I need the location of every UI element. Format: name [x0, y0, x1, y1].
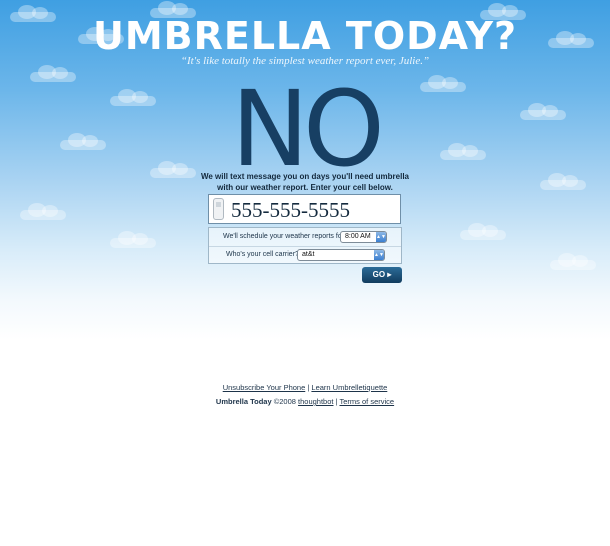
terms-of-service-link[interactable]: Terms of service [339, 397, 394, 406]
carrier-select[interactable]: at&t ▲▼ [297, 249, 385, 261]
carrier-row: Who's your cell carrier? at&t ▲▼ [209, 246, 401, 264]
phone-field-box [208, 194, 401, 224]
brand-name: Umbrella Today [215, 397, 272, 406]
page-title: UMBRELLA TODAY? [92, 14, 518, 58]
signup-intro: We will text message you on days you'll … [195, 171, 415, 193]
learn-umbrelletiquette-link[interactable]: Learn Umbrelletiquette [311, 383, 387, 392]
cloud-shape [460, 223, 506, 240]
cellphone-icon [213, 198, 224, 220]
copyright-line: Umbrella Today ©2008 thoughtbot | Terms … [0, 397, 610, 406]
carrier-value: at&t [302, 251, 315, 258]
schedule-time-select[interactable]: 8:00 AM ▲▼ [340, 231, 387, 243]
schedule-row: We'll schedule your weather reports for … [209, 228, 401, 247]
unsubscribe-link[interactable]: Unsubscribe Your Phone [223, 383, 306, 392]
dropdown-arrow-icon: ▲▼ [374, 250, 384, 260]
cloud-shape [20, 203, 66, 220]
link-separator: | [335, 397, 338, 406]
cloud-shape [110, 231, 156, 248]
phone-number-input[interactable] [231, 198, 399, 222]
schedule-time-value: 8:00 AM [345, 233, 371, 240]
cloud-shape [550, 253, 596, 270]
intro-line-1: We will text message you on days you'll … [200, 172, 410, 181]
go-button[interactable]: GO ▸ [362, 267, 402, 283]
schedule-label: We'll schedule your weather reports for [223, 233, 345, 240]
carrier-label: Who's your cell carrier? [226, 251, 299, 258]
dropdown-arrow-icon: ▲▼ [376, 232, 386, 242]
thoughtbot-link[interactable]: thoughtbot [298, 397, 333, 406]
settings-panel: We'll schedule your weather reports for … [208, 227, 402, 264]
arrow-right-icon: ▸ [385, 270, 392, 279]
intro-line-2: with our weather report. Enter your cell… [217, 183, 393, 192]
footer-links: Unsubscribe Your Phone | Learn Umbrellet… [0, 383, 610, 392]
go-label: GO [372, 270, 386, 279]
copyright-year: ©2008 [273, 397, 296, 406]
link-separator: | [307, 383, 310, 392]
